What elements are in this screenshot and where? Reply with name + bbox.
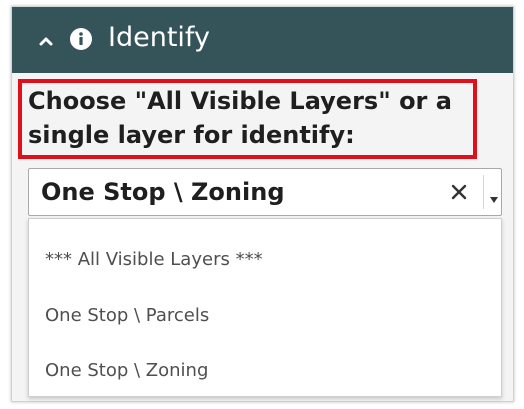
panel-header[interactable]: Identify xyxy=(12,7,513,73)
caret-down-icon[interactable] xyxy=(489,189,499,203)
layer-options-list: *** All Visible Layers *** One Stop \ Pa… xyxy=(28,218,502,397)
instruction-text: Choose "All Visible Layers" or a single … xyxy=(28,87,452,149)
select-divider xyxy=(483,175,484,209)
identify-panel: Identify Choose "All Visible Layers" or … xyxy=(11,6,514,402)
layer-select[interactable]: One Stop \ Zoning xyxy=(28,168,502,216)
selected-layer-value: One Stop \ Zoning xyxy=(41,178,285,206)
close-icon[interactable] xyxy=(450,183,468,201)
chevron-up-icon[interactable] xyxy=(39,33,53,47)
option-all-visible-layers[interactable]: *** All Visible Layers *** xyxy=(45,248,263,272)
info-icon xyxy=(69,27,93,51)
option-zoning[interactable]: One Stop \ Zoning xyxy=(45,359,208,383)
panel-title: Identify xyxy=(108,22,210,53)
option-parcels[interactable]: One Stop \ Parcels xyxy=(45,304,209,328)
